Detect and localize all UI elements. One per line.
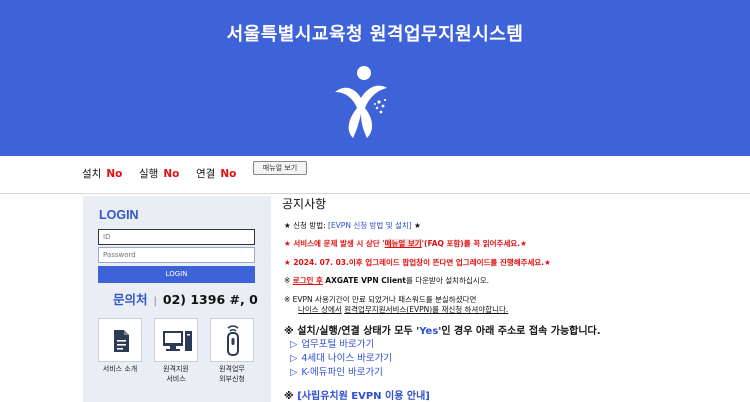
manual-button[interactable]: 매뉴얼 보기 — [253, 161, 307, 175]
remote-support-label-line2: 서비스 — [166, 375, 186, 383]
service-intro-button[interactable] — [98, 318, 142, 362]
install-status-value: No — [106, 168, 123, 180]
notice-manual-c: '(FAQ 포함)를 꼭 읽어주세요.★ — [421, 239, 527, 248]
external-request-label: 원격업무 외부신청 — [202, 364, 262, 384]
contact-info: 문의처 | 02) 1396 #, 0 — [113, 289, 258, 308]
page-title: 서울특별시교육청 원격업무지원시스템 — [226, 24, 524, 45]
notice-yes-c: '인 경우 아래 주소로 접속 가능합니다. — [438, 326, 601, 337]
notice-kindergarten-mark: ※ — [284, 391, 294, 402]
notice-line-axgate: ※ 로그인 후 AXGATE VPN Client를 다운받아 설치하십시오. — [284, 275, 489, 286]
run-status: 실행 No — [139, 166, 179, 181]
seoul-education-logo-icon — [335, 66, 387, 138]
triangle-right-icon: ▷ — [290, 353, 298, 364]
notice-login-after: 로그인 후 — [292, 276, 323, 285]
notice-reapply-a: 나이스 상에서 — [298, 305, 342, 314]
service-intro-label: 서비스 소개 — [102, 365, 138, 373]
neis-link-label: 4세대 나이스 바로가기 — [301, 353, 393, 364]
header-banner: 서울특별시교육청 원격업무지원시스템 — [0, 0, 750, 156]
notice-reapply-c: 를 재신청 하셔야합니다. — [432, 305, 509, 314]
notice-line-reapply: 나이스 상에서 원격업무지원서비스(EVPN)를 재신청 하셔야합니다. — [298, 304, 508, 315]
external-request-button[interactable] — [210, 318, 254, 362]
triangle-right-icon: ▷ — [290, 339, 298, 350]
notice-line-yes: ※ 설치/실행/연결 상태가 모두 'Yes'인 경우 아래 주소로 접속 가능… — [284, 322, 601, 337]
axgate-vpn-client-text: AXGATE VPN Client — [325, 276, 406, 285]
notice-line-kindergarten: ※ [사립유치원 EVPN 이용 안내] — [284, 387, 430, 402]
notice-yes-b: Yes — [419, 326, 439, 337]
neis-link[interactable]: ▷ 4세대 나이스 바로가기 — [290, 350, 392, 364]
connect-status: 연결 No — [196, 166, 236, 181]
connect-status-value: No — [220, 168, 237, 180]
evpn-signup-link[interactable]: [EVPN 신청 방법 및 설치] — [328, 221, 412, 230]
notice-line-manual: ★ 서비스에 문제 발생 시 상단 '매뉴얼 보기'(FAQ 포함)를 꼭 읽어… — [284, 238, 527, 249]
edufine-link[interactable]: ▷ K-에듀파인 바로가기 — [290, 364, 383, 378]
notice-title: 공지사항 — [282, 197, 327, 211]
kindergarten-evpn-link[interactable]: [사립유치원 EVPN 이용 안내] — [297, 391, 430, 402]
run-status-value: No — [163, 168, 180, 180]
login-button[interactable]: LOGIN — [98, 266, 255, 283]
connect-status-label: 연결 — [196, 168, 216, 180]
notice-signup-prefix: ★ 신청 방법: — [284, 221, 326, 230]
external-request-label-line1: 원격업무 — [219, 365, 245, 373]
notice-reapply-b: 원격업무지원서비스(EVPN) — [344, 305, 433, 314]
notice-signup-suffix: ★ — [414, 221, 421, 230]
contact-number: 02) 1396 #, 0 — [162, 292, 258, 307]
notice-axgate-a: ※ — [284, 276, 291, 285]
id-input[interactable] — [98, 229, 255, 245]
notice-line-signup: ★ 신청 방법: [EVPN 신청 방법 및 설치] ★ — [284, 220, 421, 231]
remote-access-device-icon — [227, 325, 239, 356]
login-title: LOGIN — [99, 208, 139, 222]
install-status-label: 설치 — [82, 168, 102, 180]
notice-manual-a: ★ 서비스에 문제 발생 시 상단 ' — [284, 239, 385, 248]
remote-support-label: 원격지원 서비스 — [146, 364, 206, 384]
remote-support-button[interactable] — [154, 318, 198, 362]
password-input[interactable] — [98, 247, 255, 263]
notice-upgrade-text: ★ 2024. 07. 03.이후 업그레이드 팝업창이 뜬다면 업그레이드를 … — [284, 258, 551, 267]
notice-manual-link[interactable]: 매뉴얼 보기 — [384, 239, 422, 248]
triangle-right-icon: ▷ — [290, 367, 298, 378]
external-request-label-line2: 외부신청 — [219, 375, 245, 383]
portal-link[interactable]: ▷ 업무포털 바로가기 — [290, 336, 374, 350]
install-status: 설치 No — [82, 166, 122, 181]
notice-axgate-d: 를 다운받아 설치하십시오. — [405, 276, 490, 285]
notice-line-upgrade: ★ 2024. 07. 03.이후 업그레이드 팝업창이 뜬다면 업그레이드를 … — [284, 257, 551, 268]
desktop-computer-icon — [163, 331, 192, 351]
document-icon — [114, 330, 129, 352]
portal-link-label: 업무포털 바로가기 — [301, 339, 375, 350]
run-status-label: 실행 — [139, 168, 159, 180]
contact-separator: | — [153, 296, 157, 307]
remote-support-label-line1: 원격지원 — [163, 365, 189, 373]
contact-label: 문의처 — [113, 292, 148, 307]
edufine-link-label: K-에듀파인 바로가기 — [301, 367, 383, 378]
